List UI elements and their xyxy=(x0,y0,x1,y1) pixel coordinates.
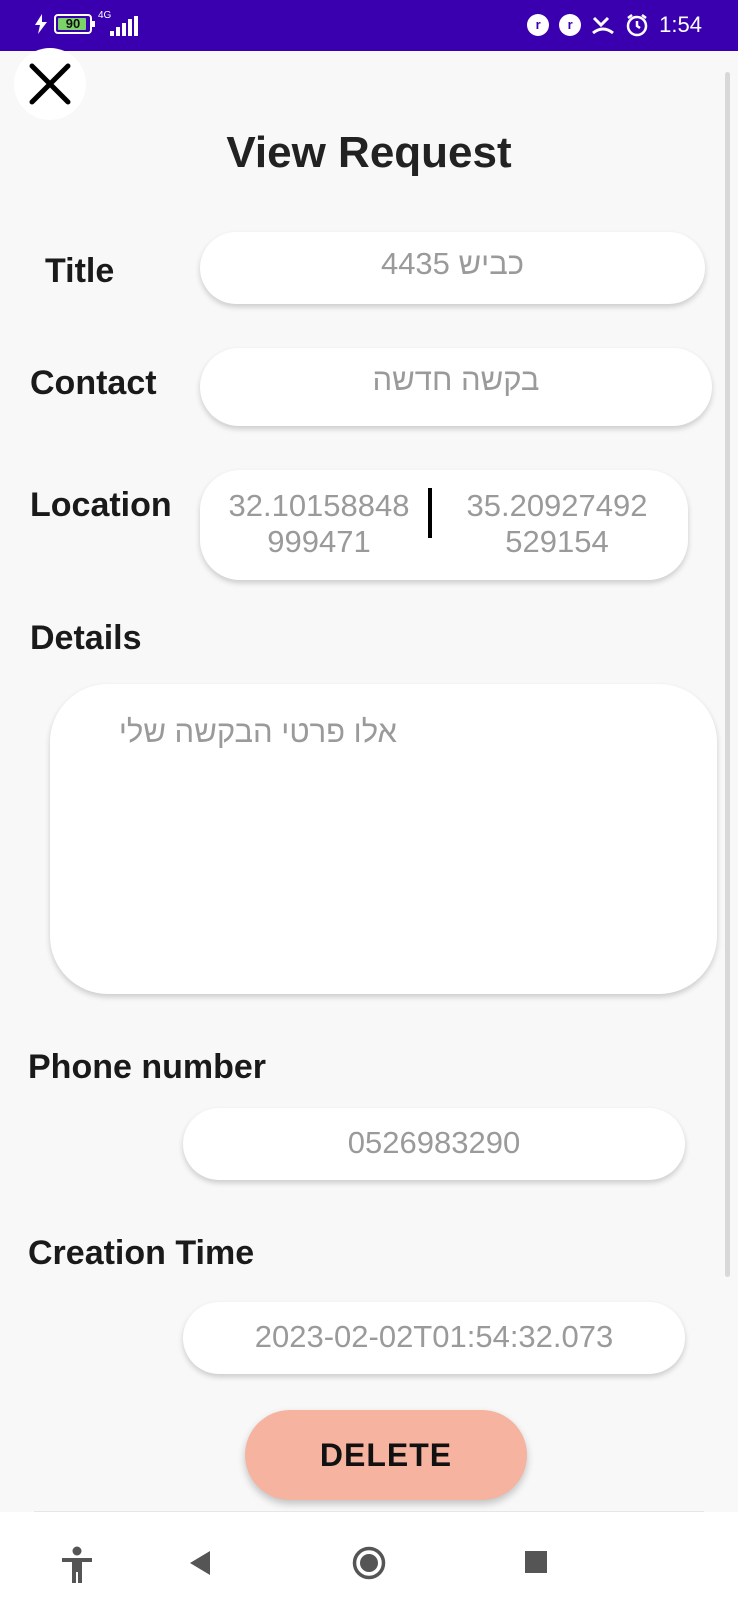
location-divider xyxy=(428,488,432,538)
location-label: Location xyxy=(30,486,172,524)
location-field[interactable]: 32.10158848 999471 35.20927492 529154 xyxy=(200,470,688,580)
location-latitude: 32.10158848 999471 xyxy=(214,488,424,560)
battery-icon: 90 xyxy=(54,14,95,34)
details-field[interactable]: אלו פרטי הבקשה שלי xyxy=(50,684,717,994)
location-longitude-line1: 35.20927492 xyxy=(466,488,648,523)
status-right: r r 1:54 xyxy=(527,12,702,38)
creation-time-label: Creation Time xyxy=(28,1234,255,1272)
phone-label: Phone number xyxy=(28,1048,267,1086)
clock: 1:54 xyxy=(659,12,702,37)
details-label: Details xyxy=(30,619,142,657)
title-value: כביש 4435 xyxy=(380,246,525,281)
status-bar: 90 4G r r 1:54 xyxy=(0,0,738,51)
creation-time-field[interactable]: 2023-02-02T01:54:32.073 xyxy=(183,1302,685,1374)
title-field[interactable]: כביש 4435 xyxy=(200,232,705,304)
phone-field[interactable]: 0526983290 xyxy=(183,1108,685,1180)
app-notification-icon: r xyxy=(527,14,550,36)
scrollbar[interactable] xyxy=(725,72,730,1277)
location-longitude-line2: 529154 xyxy=(505,524,609,559)
status-left: 90 4G xyxy=(34,10,138,36)
recents-icon[interactable] xyxy=(524,1550,548,1574)
accessibility-icon[interactable] xyxy=(60,1546,94,1584)
charging-icon xyxy=(35,14,47,34)
location-latitude-line2: 999471 xyxy=(267,524,371,559)
app-notification-icon: r xyxy=(559,14,582,36)
battery-level: 90 xyxy=(65,16,81,31)
home-icon[interactable] xyxy=(352,1546,386,1580)
location-latitude-line1: 32.10158848 xyxy=(228,488,410,523)
back-icon[interactable] xyxy=(188,1550,212,1576)
title-label: Title xyxy=(45,252,115,290)
details-value: אלו פרטי הבקשה שלי xyxy=(118,714,397,749)
phone-value: 0526983290 xyxy=(347,1125,521,1160)
close-button[interactable] xyxy=(14,48,86,120)
contact-field[interactable]: בקשה חדשה xyxy=(200,348,712,426)
alarm-icon xyxy=(626,14,648,37)
missed-call-icon xyxy=(592,16,615,35)
signal-icon: 4G xyxy=(98,10,138,36)
location-longitude: 35.20927492 529154 xyxy=(452,488,662,560)
contact-label: Contact xyxy=(30,364,157,402)
delete-button[interactable]: DELETE xyxy=(245,1410,527,1500)
contact-value: בקשה חדשה xyxy=(372,362,540,397)
navigation-bar xyxy=(0,1512,738,1600)
creation-time-value: 2023-02-02T01:54:32.073 xyxy=(254,1319,614,1354)
close-icon xyxy=(29,63,71,105)
page-title: View Request xyxy=(226,128,512,177)
